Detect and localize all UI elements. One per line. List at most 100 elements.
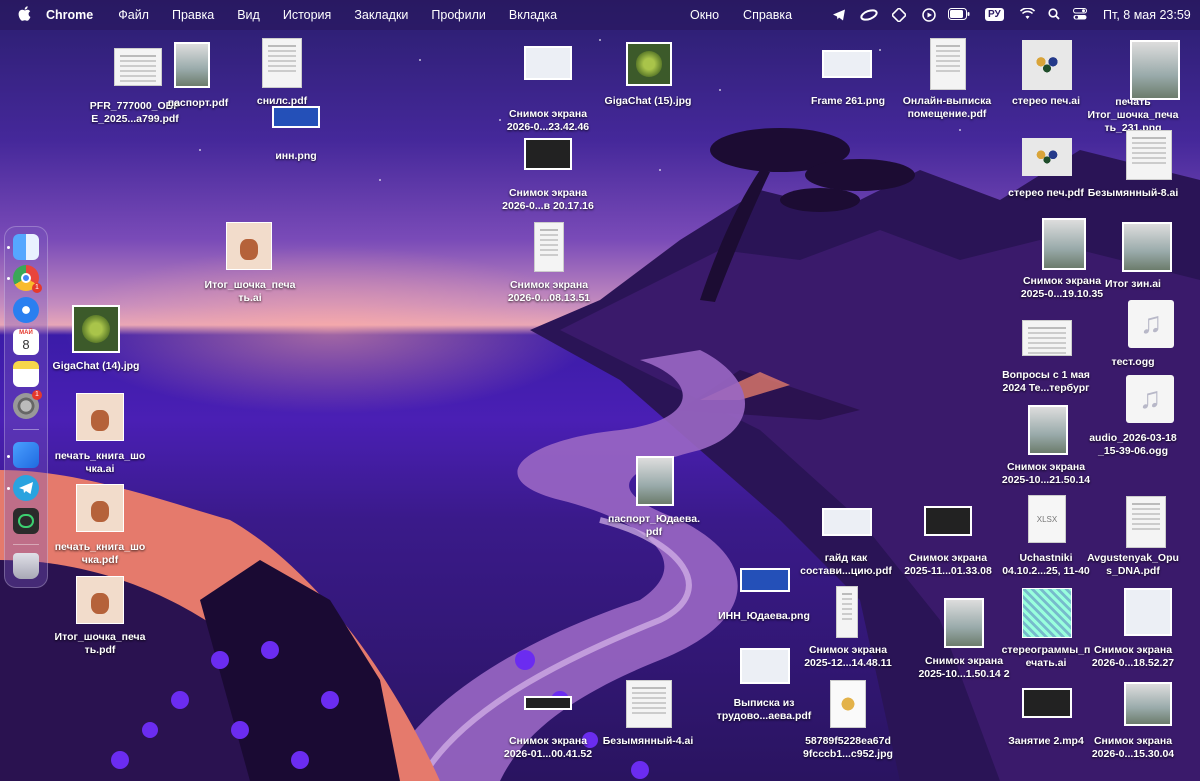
file-thumbnail	[1124, 588, 1172, 636]
file-thumbnail	[272, 106, 320, 128]
menu-view[interactable]: Вид	[237, 8, 260, 22]
file-name-line: Снимок экрана	[509, 279, 589, 291]
running-indicator	[7, 455, 10, 458]
file-thumbnail	[930, 38, 966, 90]
file-thumbnail: ♫	[1128, 300, 1174, 348]
file-name-line: Avgustenyak_Opu	[1087, 552, 1179, 564]
notification-badge: 1	[32, 390, 42, 400]
file-thumbnail	[830, 680, 866, 728]
file-thumbnail	[1022, 40, 1072, 90]
file-name-line: паспорт_Юдаева.	[607, 513, 701, 525]
dock-facetime-icon[interactable]	[13, 508, 39, 534]
file-name-label: Безымянный-8.ai	[1068, 187, 1198, 200]
dock-telegram-icon[interactable]	[13, 475, 39, 501]
menu-edit[interactable]: Правка	[172, 8, 214, 22]
file-name-line: 2026-0...23.42.46	[506, 121, 590, 133]
running-indicator	[7, 246, 10, 249]
file-thumbnail	[924, 506, 972, 536]
wifi-icon[interactable]	[1019, 7, 1036, 23]
input-source-indicator[interactable]: РУ	[985, 8, 1004, 21]
file-name-line: E_2025...a799.pdf	[91, 113, 179, 125]
telegram-status-icon[interactable]	[832, 8, 846, 25]
file-thumbnail	[534, 222, 564, 272]
file-name-line: печать_книга_шо	[54, 450, 146, 462]
file-name-label: тест.ogg	[1068, 356, 1198, 369]
dock-finder-icon[interactable]	[13, 234, 39, 260]
file-name-label: Безымянный-4.ai	[583, 735, 713, 748]
file-thumbnail	[1028, 405, 1068, 455]
file-name-line: Снимок экрана	[508, 187, 588, 199]
file-name-line: инн.png	[275, 150, 317, 162]
link-status-icon[interactable]	[860, 8, 878, 25]
file-thumbnail	[1042, 218, 1086, 270]
menu-window[interactable]: Окно	[690, 8, 719, 22]
battery-icon[interactable]	[948, 8, 970, 23]
file-thumbnail: ♫	[1126, 375, 1174, 423]
file-thumbnail	[1130, 40, 1180, 100]
file-name-line: Снимок экрана	[1093, 735, 1173, 747]
file-name-label: Снимок экрана 2026-0...08.13.51	[484, 279, 614, 305]
file-name-label: Вопросы с 1 мая 2024 Те...тербург	[981, 369, 1111, 395]
apple-menu-icon[interactable]	[18, 6, 31, 24]
file-name-line: 2026-01...00.41.52	[503, 748, 593, 760]
file-name-line: Итог зин.ai	[1105, 278, 1161, 290]
file-name-line: 2024 Те...тербург	[1002, 382, 1090, 394]
file-thumbnail	[836, 586, 858, 638]
file-name-line: Итог_шочка_печа	[1087, 109, 1179, 121]
control-center-icon[interactable]	[1073, 8, 1087, 23]
file-name-line: 58789f5228ea67d	[805, 735, 891, 747]
menu-app-name[interactable]: Chrome	[46, 8, 93, 22]
file-thumbnail	[1124, 682, 1172, 726]
file-name-line: _15-39-06.ogg	[1097, 445, 1169, 457]
file-thumbnail	[1022, 320, 1072, 356]
dock: 1 МАЙ 8 1	[4, 226, 48, 588]
file-name-line: чка.pdf	[81, 554, 119, 566]
file-thumbnail	[626, 680, 672, 728]
status-area: РУ Пт, 8 мая 23:59	[830, 0, 1200, 30]
file-name-label: Снимок экрана 2026-0...в 20.17.16	[483, 187, 613, 213]
file-name-line: помещение.pdf	[907, 108, 987, 120]
menu-history[interactable]: История	[283, 8, 331, 22]
file-name-line: трудово...аева.pdf	[716, 710, 812, 722]
file-name-label: печать_книга_шо чка.ai	[35, 450, 165, 476]
file-thumbnail	[1126, 496, 1166, 548]
menu-tab[interactable]: Вкладка	[509, 8, 557, 22]
file-name-line: 9fcccb1...c952.jpg	[803, 748, 893, 760]
dock-settings-icon[interactable]: 1	[13, 390, 42, 419]
file-thumbnail	[174, 42, 210, 88]
file-name-line: Снимок экрана	[1093, 644, 1173, 656]
file-thumbnail	[72, 305, 120, 353]
play-status-icon[interactable]	[922, 8, 936, 25]
file-name-line: 2026-0...в 20.17.16	[502, 200, 594, 212]
dock-zoom-icon[interactable]	[13, 442, 39, 468]
menu-bar-clock[interactable]: Пт, 8 мая 23:59	[1103, 8, 1191, 22]
dock-notes-icon[interactable]	[13, 361, 39, 387]
dock-chrome-icon[interactable]: 1	[13, 265, 42, 293]
file-name-line: Безымянный-4.ai	[602, 735, 694, 747]
file-name-label: Снимок экрана 2026-0...18.52.27	[1068, 644, 1198, 670]
file-name-label: Снимок экрана 2026-0...23.42.46	[483, 108, 613, 134]
spotlight-search-icon[interactable]	[1048, 8, 1060, 23]
file-name-line: Снимок экрана	[508, 108, 588, 120]
menu-file[interactable]: Файл	[118, 8, 149, 22]
menu-profiles[interactable]: Профили	[431, 8, 485, 22]
notification-badge: 1	[32, 283, 42, 293]
file-name-label: Итог_шочка_печа ть.ai	[185, 279, 315, 305]
file-name-label: Снимок экрана 2025-10...21.50.14	[981, 461, 1111, 487]
file-thumbnail	[76, 576, 124, 624]
running-indicator	[7, 277, 10, 280]
menu-bookmarks[interactable]: Закладки	[354, 8, 408, 22]
dock-trash-icon[interactable]	[13, 553, 39, 579]
dock-separator	[13, 544, 39, 545]
file-thumbnail	[1022, 138, 1072, 176]
file-name-line: 2026-0...18.52.27	[1091, 657, 1175, 669]
file-thumbnail	[114, 48, 162, 86]
menu-help[interactable]: Справка	[743, 8, 792, 22]
file-thumbnail	[226, 222, 272, 270]
vpn-status-icon[interactable]	[890, 6, 908, 25]
dock-calendar-icon[interactable]: МАЙ 8	[13, 329, 39, 355]
dock-safari-icon[interactable]	[13, 297, 39, 323]
calendar-day: 8	[22, 337, 30, 352]
file-thumbnail	[822, 50, 872, 78]
file-name-line: audio_2026-03-18	[1089, 432, 1177, 444]
